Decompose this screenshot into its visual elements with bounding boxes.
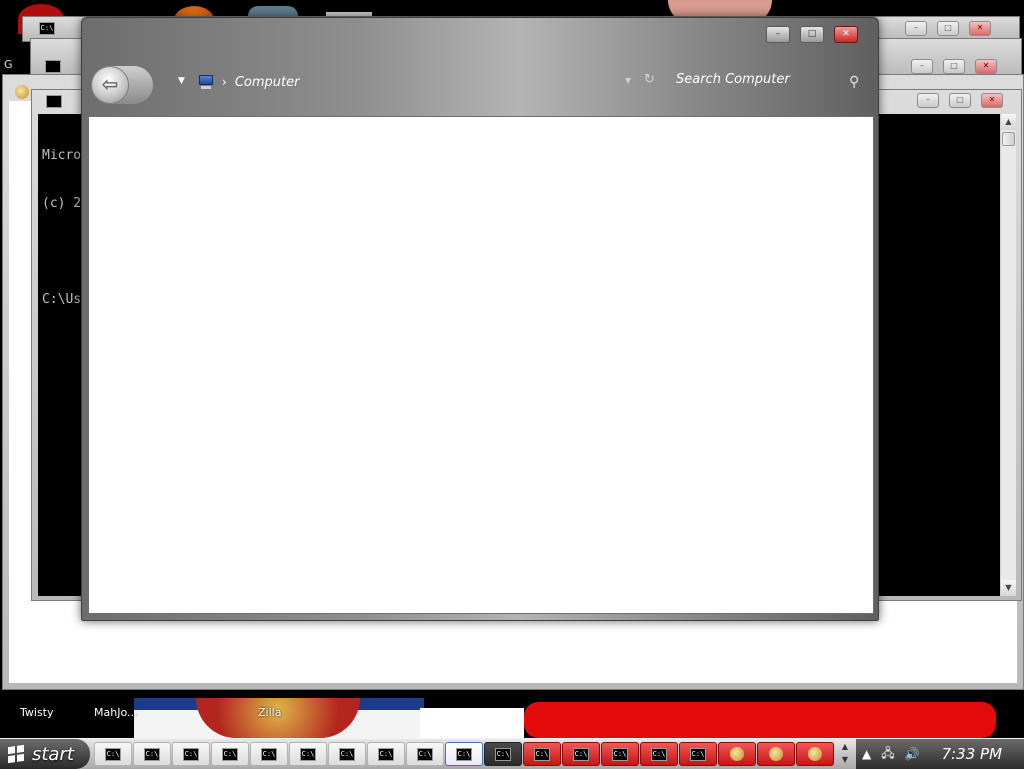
minimize-button[interactable]: – — [766, 26, 790, 43]
taskbar-button-cmd[interactable]: C:\ — [172, 742, 210, 766]
cmd-icon: C:\ — [378, 747, 394, 761]
explorer-window[interactable]: – □ ✕ ⇦ ▼ › Computer ▼ ↻ Search Computer… — [81, 17, 879, 621]
start-label: start — [32, 743, 74, 765]
scroll-up-arrow[interactable]: ▲ — [1001, 114, 1016, 130]
taskbar-button-cmd[interactable]: C:\ — [367, 742, 405, 766]
refresh-icon[interactable]: ↻ — [644, 72, 655, 87]
taskbar-button-cmd[interactable]: C:\ — [250, 742, 288, 766]
back-button[interactable]: ⇦ — [91, 66, 129, 104]
cmd-icon: C:\ — [573, 747, 589, 761]
search-input[interactable]: Search Computer — [676, 72, 862, 92]
system-tray: ▲ 🖧 🔊 7:33 PM — [856, 739, 1024, 769]
cmd-icon: C:\ — [417, 747, 433, 761]
address-dropdown-icon[interactable]: ▼ — [625, 76, 631, 85]
paint-palette-icon — [15, 85, 29, 99]
cmd-icon: C:\ — [339, 747, 355, 761]
taskbar-button-paint[interactable] — [718, 742, 756, 766]
taskbar: start C:\ C:\ C:\ C:\ C:\ C:\ C:\ C:\ C:… — [0, 738, 1024, 769]
cmd-icon: C:\ — [222, 747, 238, 761]
network-icon[interactable]: 🖧 — [881, 744, 894, 765]
desktop-wallpaper-strip: Twisty MahJo... Zilla — [0, 690, 1024, 738]
cmd-icon: C:\ — [534, 747, 550, 761]
back-forward-group: ⇦ — [91, 66, 153, 104]
close-button[interactable]: ✕ — [969, 21, 991, 36]
scroll-down-arrow[interactable]: ▼ — [1001, 580, 1016, 596]
cmd-icon — [45, 59, 61, 73]
taskbar-scroll-up-icon[interactable]: ▲ — [838, 740, 852, 753]
taskbar-button-cmd[interactable]: C:\ — [679, 742, 717, 766]
paint-palette-icon — [730, 747, 744, 761]
taskbar-buttons: C:\ C:\ C:\ C:\ C:\ C:\ C:\ C:\ C:\ C:\ … — [94, 742, 834, 766]
maximize-button[interactable]: □ — [800, 26, 824, 43]
paint-palette-icon — [769, 747, 783, 761]
taskbar-button-cmd[interactable]: C:\ — [406, 742, 444, 766]
wallpaper-shape — [420, 708, 524, 738]
taskbar-button-cmd[interactable]: C:\ — [523, 742, 561, 766]
window-controls: – □ ✕ — [766, 26, 858, 43]
cmd-icon: C:\ — [690, 747, 706, 761]
taskbar-button-cmd-active[interactable]: C:\ — [445, 742, 483, 766]
wallpaper-shape — [524, 702, 996, 738]
cmd-icon: C:\ — [456, 747, 472, 761]
taskbar-button-cmd[interactable]: C:\ — [289, 742, 327, 766]
close-button[interactable]: ✕ — [834, 26, 858, 43]
desktop-edge-text: G — [4, 58, 13, 71]
taskbar-button-cmd[interactable]: C:\ — [601, 742, 639, 766]
start-button[interactable]: start — [0, 739, 90, 769]
address-bar[interactable]: › Computer — [198, 72, 299, 92]
breadcrumb-separator-icon[interactable]: › — [222, 75, 227, 89]
taskbar-scroll-down-icon[interactable]: ▼ — [838, 753, 852, 766]
cmd-icon: C:\ — [105, 747, 121, 761]
clock[interactable]: 7:33 PM — [942, 745, 1002, 763]
window-controls: – □ ✕ — [917, 93, 1003, 108]
window-title: C:\ — [39, 17, 55, 39]
taskbar-button-cmd[interactable]: C:\ — [562, 742, 600, 766]
minimize-button[interactable]: – — [911, 59, 933, 74]
computer-icon — [198, 75, 214, 89]
windows-logo-icon — [8, 744, 24, 764]
expand-tray-icon[interactable]: ▲ — [862, 747, 871, 761]
vertical-scrollbar[interactable]: ▲ ▼ — [1000, 114, 1016, 596]
window-controls: – □ ✕ — [911, 59, 997, 74]
search-icon[interactable]: ⚲ — [849, 74, 859, 90]
desktop-icon-label-twisty[interactable]: Twisty — [20, 706, 54, 719]
maximize-button[interactable]: □ — [949, 93, 971, 108]
close-button[interactable]: ✕ — [981, 93, 1003, 108]
taskbar-button-cmd[interactable]: C:\ — [328, 742, 366, 766]
window-controls: – □ ✕ — [905, 21, 991, 36]
scroll-thumb[interactable] — [1002, 132, 1015, 146]
cmd-icon: C:\ — [651, 747, 667, 761]
cmd-icon — [46, 94, 62, 108]
back-arrow-icon: ⇦ — [101, 72, 119, 96]
taskbar-scroll[interactable]: ▲ ▼ — [838, 740, 852, 768]
volume-icon[interactable]: 🔊 — [905, 747, 920, 761]
maximize-button[interactable]: □ — [943, 59, 965, 74]
cmd-icon: C:\ — [183, 747, 199, 761]
taskbar-button-cmd[interactable]: C:\ — [94, 742, 132, 766]
minimize-button[interactable]: – — [905, 21, 927, 36]
taskbar-button-cmd[interactable]: C:\ — [640, 742, 678, 766]
breadcrumb-computer[interactable]: Computer — [235, 75, 300, 90]
recent-pages-dropdown[interactable]: ▼ — [178, 76, 185, 86]
cmd-icon: C:\ — [39, 21, 55, 35]
taskbar-button-cmd[interactable]: C:\ — [133, 742, 171, 766]
cmd-icon: C:\ — [144, 747, 160, 761]
close-button[interactable]: ✕ — [975, 59, 997, 74]
file-list-area[interactable] — [88, 116, 874, 614]
desktop-icon-label-mahjong[interactable]: MahJo... — [94, 706, 137, 719]
taskbar-button-paint[interactable] — [757, 742, 795, 766]
maximize-button[interactable]: □ — [937, 21, 959, 36]
window-title — [46, 90, 62, 112]
cmd-icon: C:\ — [300, 747, 316, 761]
minimize-button[interactable]: – — [917, 93, 939, 108]
window-title — [15, 81, 29, 103]
taskbar-button-paint[interactable] — [796, 742, 834, 766]
paint-palette-icon — [808, 747, 822, 761]
cmd-icon: C:\ — [261, 747, 277, 761]
desktop-icon-label-zilla[interactable]: Zilla — [258, 706, 281, 719]
cmd-icon: C:\ — [495, 747, 511, 761]
cmd-icon: C:\ — [612, 747, 628, 761]
taskbar-button-cmd[interactable]: C:\ — [484, 742, 522, 766]
taskbar-button-cmd[interactable]: C:\ — [211, 742, 249, 766]
